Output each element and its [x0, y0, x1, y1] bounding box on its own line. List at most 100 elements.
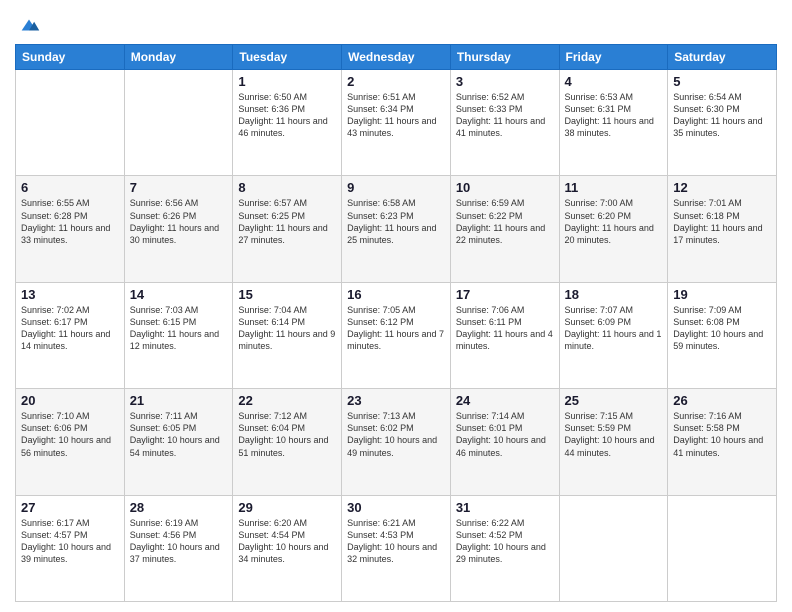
cell-content: Sunrise: 7:06 AM Sunset: 6:11 PM Dayligh… — [456, 304, 554, 353]
cell-content: Sunrise: 7:10 AM Sunset: 6:06 PM Dayligh… — [21, 410, 119, 459]
week-row-3: 20 Sunrise: 7:10 AM Sunset: 6:06 PM Dayli… — [16, 389, 777, 495]
cell-content: Sunrise: 6:20 AM Sunset: 4:54 PM Dayligh… — [238, 517, 336, 566]
cell-content: Sunrise: 6:54 AM Sunset: 6:30 PM Dayligh… — [673, 91, 771, 140]
cell-content: Sunrise: 7:02 AM Sunset: 6:17 PM Dayligh… — [21, 304, 119, 353]
calendar-cell: 18Sunrise: 7:07 AM Sunset: 6:09 PM Dayli… — [559, 282, 668, 388]
page: SundayMondayTuesdayWednesdayThursdayFrid… — [0, 0, 792, 612]
day-header-tuesday: Tuesday — [233, 45, 342, 70]
day-number: 20 — [21, 393, 119, 408]
day-number: 5 — [673, 74, 771, 89]
day-number: 21 — [130, 393, 228, 408]
week-row-4: 27 Sunrise: 6:17 AM Sunset: 4:57 PM Dayli… — [16, 495, 777, 601]
cell-content: Sunrise: 6:55 AM Sunset: 6:28 PM Dayligh… — [21, 197, 119, 246]
calendar-cell: 27 Sunrise: 6:17 AM Sunset: 4:57 PM Dayli… — [16, 495, 125, 601]
calendar-cell: 5 Sunrise: 6:54 AM Sunset: 6:30 PM Daylig… — [668, 70, 777, 176]
cell-content: Sunrise: 6:17 AM Sunset: 4:57 PM Dayligh… — [21, 517, 119, 566]
cell-content: Sunrise: 7:13 AM Sunset: 6:02 PM Dayligh… — [347, 410, 445, 459]
day-header-thursday: Thursday — [450, 45, 559, 70]
cell-content: Sunrise: 7:01 AM Sunset: 6:18 PM Dayligh… — [673, 197, 771, 246]
day-number: 28 — [130, 500, 228, 515]
day-header-saturday: Saturday — [668, 45, 777, 70]
day-header-friday: Friday — [559, 45, 668, 70]
calendar-cell: 23Sunrise: 7:13 AM Sunset: 6:02 PM Dayli… — [342, 389, 451, 495]
cell-content: Sunrise: 7:11 AM Sunset: 6:05 PM Dayligh… — [130, 410, 228, 459]
calendar-cell: 2 Sunrise: 6:51 AM Sunset: 6:34 PM Daylig… — [342, 70, 451, 176]
day-number: 14 — [130, 287, 228, 302]
calendar-cell: 30 Sunrise: 6:21 AM Sunset: 4:53 PM Dayli… — [342, 495, 451, 601]
cell-content: Sunrise: 6:21 AM Sunset: 4:53 PM Dayligh… — [347, 517, 445, 566]
cell-content: Sunrise: 7:05 AM Sunset: 6:12 PM Dayligh… — [347, 304, 445, 353]
day-number: 10 — [456, 180, 554, 195]
week-row-2: 13 Sunrise: 7:02 AM Sunset: 6:17 PM Dayli… — [16, 282, 777, 388]
day-number: 18 — [565, 287, 663, 302]
calendar-cell: 25 Sunrise: 7:15 AM Sunset: 5:59 PM Dayli… — [559, 389, 668, 495]
calendar-cell — [668, 495, 777, 601]
cell-content: Sunrise: 7:00 AM Sunset: 6:20 PM Dayligh… — [565, 197, 663, 246]
calendar-cell: 4Sunrise: 6:53 AM Sunset: 6:31 PM Daylig… — [559, 70, 668, 176]
calendar-header-row: SundayMondayTuesdayWednesdayThursdayFrid… — [16, 45, 777, 70]
calendar-cell: 26 Sunrise: 7:16 AM Sunset: 5:58 PM Dayli… — [668, 389, 777, 495]
cell-content: Sunrise: 7:15 AM Sunset: 5:59 PM Dayligh… — [565, 410, 663, 459]
cell-content: Sunrise: 6:52 AM Sunset: 6:33 PM Dayligh… — [456, 91, 554, 140]
calendar-cell: 19 Sunrise: 7:09 AM Sunset: 6:08 PM Dayli… — [668, 282, 777, 388]
day-number: 8 — [238, 180, 336, 195]
calendar-cell: 12 Sunrise: 7:01 AM Sunset: 6:18 PM Dayli… — [668, 176, 777, 282]
day-number: 6 — [21, 180, 119, 195]
calendar-cell: 22 Sunrise: 7:12 AM Sunset: 6:04 PM Dayli… — [233, 389, 342, 495]
day-number: 25 — [565, 393, 663, 408]
day-number: 19 — [673, 287, 771, 302]
header — [15, 10, 777, 36]
calendar-cell: 16 Sunrise: 7:05 AM Sunset: 6:12 PM Dayli… — [342, 282, 451, 388]
day-number: 30 — [347, 500, 445, 515]
cell-content: Sunrise: 6:51 AM Sunset: 6:34 PM Dayligh… — [347, 91, 445, 140]
week-row-1: 6 Sunrise: 6:55 AM Sunset: 6:28 PM Daylig… — [16, 176, 777, 282]
day-number: 24 — [456, 393, 554, 408]
calendar-cell: 24 Sunrise: 7:14 AM Sunset: 6:01 PM Dayli… — [450, 389, 559, 495]
day-number: 9 — [347, 180, 445, 195]
day-number: 26 — [673, 393, 771, 408]
calendar-cell: 7 Sunrise: 6:56 AM Sunset: 6:26 PM Daylig… — [124, 176, 233, 282]
cell-content: Sunrise: 6:19 AM Sunset: 4:56 PM Dayligh… — [130, 517, 228, 566]
cell-content: Sunrise: 6:58 AM Sunset: 6:23 PM Dayligh… — [347, 197, 445, 246]
day-number: 31 — [456, 500, 554, 515]
day-number: 12 — [673, 180, 771, 195]
day-number: 2 — [347, 74, 445, 89]
day-number: 13 — [21, 287, 119, 302]
day-header-sunday: Sunday — [16, 45, 125, 70]
cell-content: Sunrise: 6:59 AM Sunset: 6:22 PM Dayligh… — [456, 197, 554, 246]
calendar-cell: 31 Sunrise: 6:22 AM Sunset: 4:52 PM Dayli… — [450, 495, 559, 601]
day-number: 17 — [456, 287, 554, 302]
calendar-cell — [16, 70, 125, 176]
calendar-cell: 15Sunrise: 7:04 AM Sunset: 6:14 PM Dayli… — [233, 282, 342, 388]
day-number: 29 — [238, 500, 336, 515]
logo — [15, 14, 40, 36]
day-header-monday: Monday — [124, 45, 233, 70]
calendar-cell: 21 Sunrise: 7:11 AM Sunset: 6:05 PM Dayli… — [124, 389, 233, 495]
day-number: 3 — [456, 74, 554, 89]
cell-content: Sunrise: 7:16 AM Sunset: 5:58 PM Dayligh… — [673, 410, 771, 459]
day-number: 1 — [238, 74, 336, 89]
day-number: 16 — [347, 287, 445, 302]
calendar-cell — [124, 70, 233, 176]
cell-content: Sunrise: 7:12 AM Sunset: 6:04 PM Dayligh… — [238, 410, 336, 459]
calendar-cell: 8Sunrise: 6:57 AM Sunset: 6:25 PM Daylig… — [233, 176, 342, 282]
day-number: 4 — [565, 74, 663, 89]
calendar-cell: 17 Sunrise: 7:06 AM Sunset: 6:11 PM Dayli… — [450, 282, 559, 388]
calendar-table: SundayMondayTuesdayWednesdayThursdayFrid… — [15, 44, 777, 602]
cell-content: Sunrise: 6:56 AM Sunset: 6:26 PM Dayligh… — [130, 197, 228, 246]
day-number: 7 — [130, 180, 228, 195]
day-header-wednesday: Wednesday — [342, 45, 451, 70]
day-number: 27 — [21, 500, 119, 515]
day-number: 15 — [238, 287, 336, 302]
day-number: 11 — [565, 180, 663, 195]
cell-content: Sunrise: 7:03 AM Sunset: 6:15 PM Dayligh… — [130, 304, 228, 353]
calendar-cell: 29 Sunrise: 6:20 AM Sunset: 4:54 PM Dayli… — [233, 495, 342, 601]
day-number: 22 — [238, 393, 336, 408]
calendar-cell: 3 Sunrise: 6:52 AM Sunset: 6:33 PM Daylig… — [450, 70, 559, 176]
cell-content: Sunrise: 7:14 AM Sunset: 6:01 PM Dayligh… — [456, 410, 554, 459]
cell-content: Sunrise: 6:22 AM Sunset: 4:52 PM Dayligh… — [456, 517, 554, 566]
week-row-0: 1Sunrise: 6:50 AM Sunset: 6:36 PM Daylig… — [16, 70, 777, 176]
calendar-cell: 14 Sunrise: 7:03 AM Sunset: 6:15 PM Dayli… — [124, 282, 233, 388]
calendar-cell: 13 Sunrise: 7:02 AM Sunset: 6:17 PM Dayli… — [16, 282, 125, 388]
cell-content: Sunrise: 7:09 AM Sunset: 6:08 PM Dayligh… — [673, 304, 771, 353]
